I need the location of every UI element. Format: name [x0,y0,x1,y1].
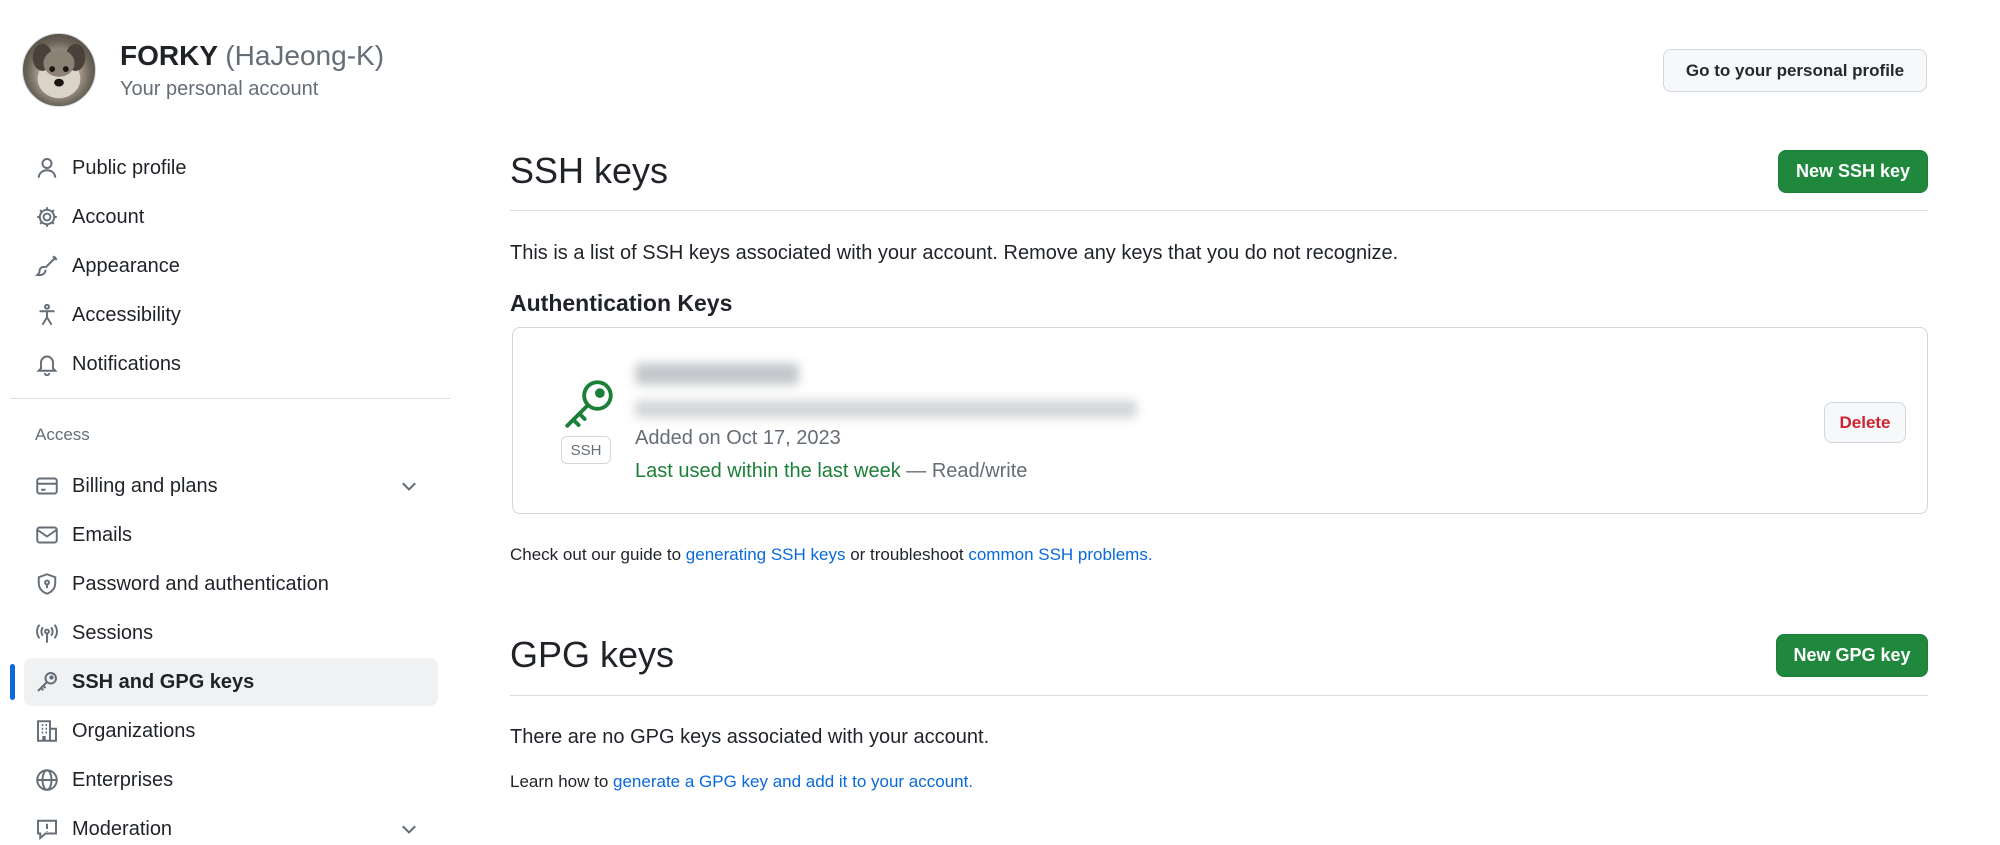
sidebar-item-label: Appearance [72,254,180,277]
chevron-down-icon[interactable] [398,475,420,497]
key-added-date: Added on Oct 17, 2023 [635,427,841,449]
sidebar-item-accessibility[interactable]: Accessibility [24,291,438,339]
accessibility-icon [34,302,60,328]
sidebar-item-label: Password and authentication [72,572,329,595]
sidebar-item-organizations[interactable]: Organizations [24,707,438,755]
sidebar-item-label: SSH and GPG keys [72,670,255,693]
sidebar-item-sessions[interactable]: Sessions [24,609,438,657]
gpg-learn-text: Learn how to generate a GPG key and add … [510,772,973,792]
redacted-key-fingerprint [635,400,1137,418]
report-icon [34,816,60,842]
sidebar-divider [10,398,450,399]
new-gpg-key-button[interactable]: New GPG key [1776,634,1928,677]
go-to-profile-button[interactable]: Go to your personal profile [1663,49,1927,92]
sidebar-item-billing[interactable]: Billing and plans [24,462,438,510]
sidebar-item-label: Moderation [72,817,173,840]
sidebar-heading-access: Access [35,425,90,444]
mail-icon [34,522,60,548]
key-last-used: Last used within the last week — Read/wr… [635,460,1027,483]
avatar[interactable] [22,33,96,107]
authentication-keys-heading: Authentication Keys [510,290,733,316]
sidebar-item-notifications[interactable]: Notifications [24,340,438,388]
guide-mid: or troubleshoot [845,545,969,564]
selected-indicator [10,664,15,700]
key-access-level: — Read/write [906,460,1028,482]
sidebar-item-label: Emails [72,523,133,546]
broadcast-icon [34,620,60,646]
sidebar-item-label: Notifications [72,352,181,375]
learn-prefix: Learn how to [510,772,614,791]
generate-gpg-key-link[interactable]: generate a GPG key and add it to your ac… [613,772,968,791]
guide-suffix: . [1147,545,1153,564]
sidebar-item-emails[interactable]: Emails [24,511,438,559]
key-last-used-text: Last used within the last week [635,460,901,482]
account-name: FORKY (HaJeong-K) [120,40,384,72]
ssh-keys-title: SSH keys [510,150,669,191]
login-name: (HaJeong-K) [225,40,385,71]
sidebar-item-label: Sessions [72,621,154,644]
account-subtitle: Your personal account [120,78,319,100]
bell-icon [34,351,60,377]
globe-icon [34,767,60,793]
sidebar-item-public-profile[interactable]: Public profile [24,144,438,192]
sidebar-item-enterprises[interactable]: Enterprises [24,756,438,804]
common-ssh-problems-link[interactable]: common SSH problems [968,545,1148,564]
settings-page: FORKY (HaJeong-K) Your personal account … [0,0,2000,845]
redacted-key-title [635,363,799,385]
sidebar-item-label: Enterprises [72,768,174,791]
shield-lock-icon [34,571,60,597]
sidebar-item-label: Organizations [72,719,196,742]
key-icon [560,375,618,433]
ssh-description: This is a list of SSH keys associated wi… [510,242,1399,264]
sidebar-item-ssh-gpg-keys[interactable]: SSH and GPG keys [24,658,438,706]
delete-key-button[interactable]: Delete [1824,402,1906,443]
gear-icon [34,204,60,230]
sidebar-item-appearance[interactable]: Appearance [24,242,438,290]
sidebar-item-moderation[interactable]: Moderation [24,805,438,845]
ssh-guide-text: Check out our guide to generating SSH ke… [510,545,1153,565]
learn-suffix: . [968,772,974,791]
person-icon [34,155,60,181]
organization-icon [34,718,60,744]
generating-ssh-keys-link[interactable]: generating SSH keys [686,545,846,564]
sidebar-item-password-authentication[interactable]: Password and authentication [24,560,438,608]
sidebar-item-account[interactable]: Account [24,193,438,241]
gpg-empty-message: There are no GPG keys associated with yo… [510,726,990,748]
paintbrush-icon [34,253,60,279]
ssh-section-divider [510,210,1928,211]
ssh-key-card [512,327,1928,514]
credit-card-icon [34,473,60,499]
sidebar-item-label: Account [72,205,145,228]
gpg-section-divider [510,695,1928,696]
gpg-keys-title: GPG keys [510,634,675,675]
ssh-type-badge: SSH [561,436,611,464]
chevron-down-icon[interactable] [398,818,420,840]
guide-prefix: Check out our guide to [510,545,686,564]
sidebar-item-label: Accessibility [72,303,181,326]
key-icon [34,669,60,695]
sidebar-item-label: Public profile [72,156,187,179]
new-ssh-key-button[interactable]: New SSH key [1778,150,1928,193]
sidebar-item-label: Billing and plans [72,474,218,497]
display-name: FORKY [120,40,218,71]
